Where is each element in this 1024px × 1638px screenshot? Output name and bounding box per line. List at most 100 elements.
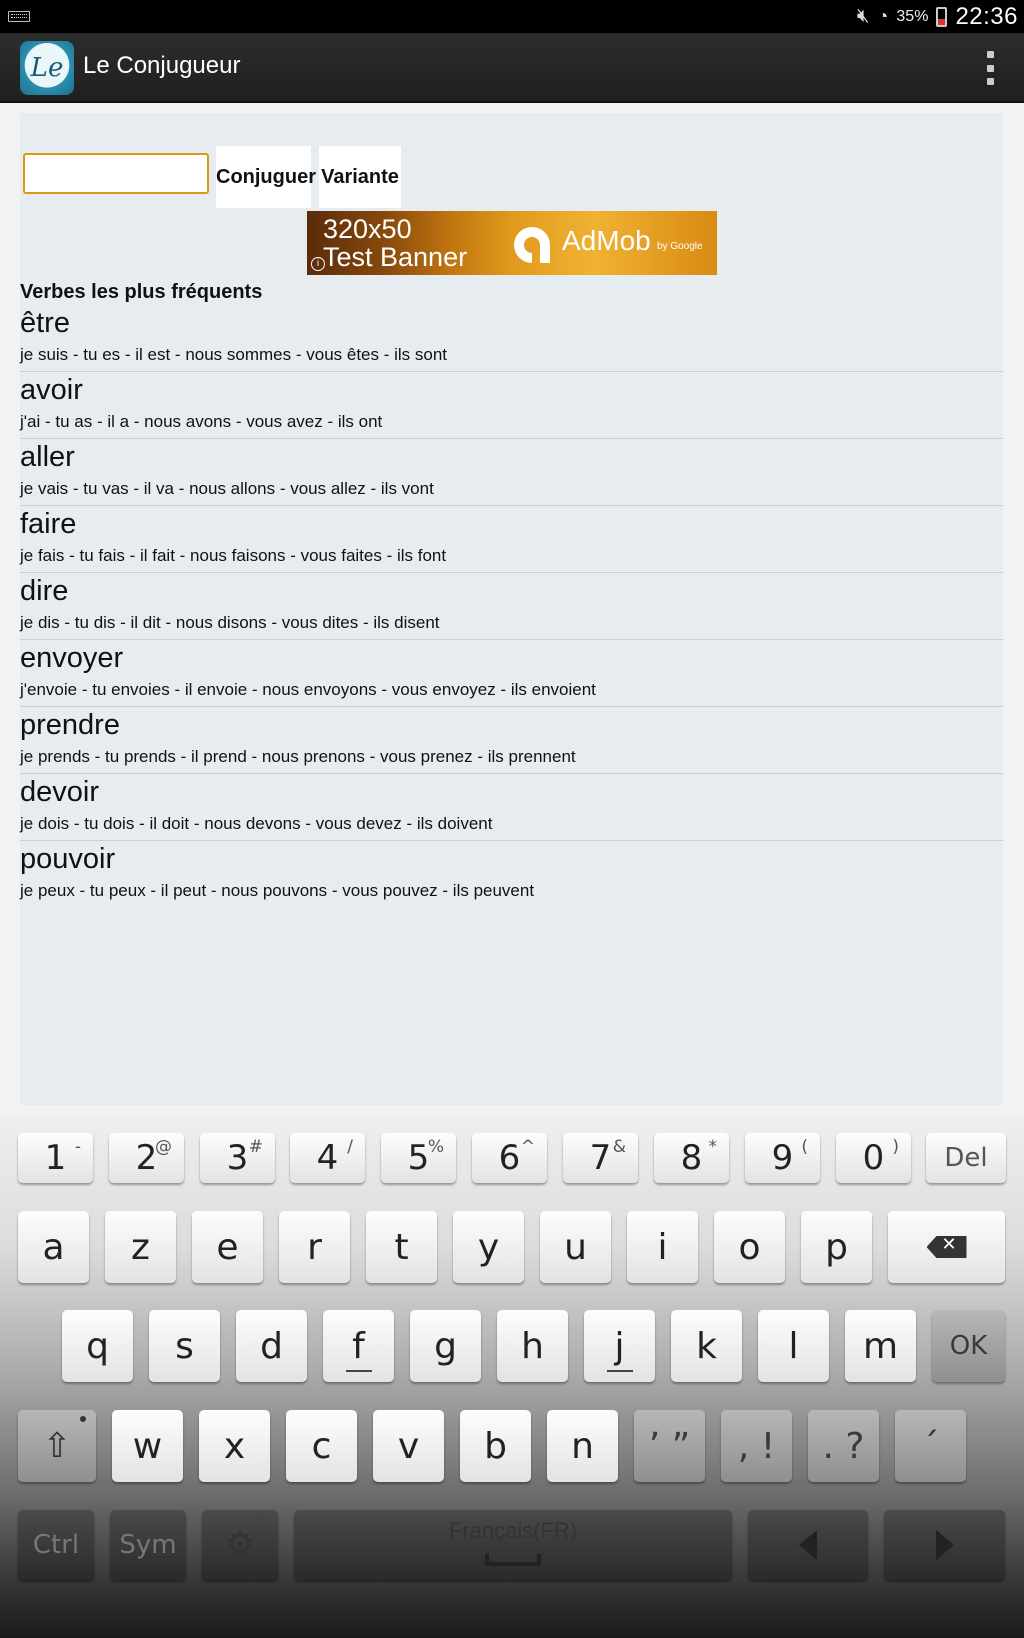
- key-p[interactable]: p: [801, 1211, 872, 1283]
- app-logo-icon[interactable]: Le: [20, 41, 74, 95]
- key-a[interactable]: a: [18, 1211, 89, 1283]
- key-2[interactable]: 2 @: [109, 1133, 184, 1183]
- ad-info-icon[interactable]: i: [311, 257, 325, 271]
- main-content: Conjuguer Variante 320x50 Test Banner i …: [0, 103, 1024, 1115]
- key-main: 4: [316, 1138, 339, 1178]
- verb-forms: je prends - tu prends - il prend - nous …: [20, 747, 576, 766]
- key-m[interactable]: m: [845, 1310, 916, 1382]
- key-h[interactable]: h: [497, 1310, 568, 1382]
- verb-item[interactable]: envoyer j'envoie - tu envoies - il envoi…: [20, 640, 1003, 707]
- key-main: 1: [44, 1138, 67, 1178]
- battery-icon: [936, 6, 948, 27]
- del-key[interactable]: Del: [926, 1133, 1006, 1183]
- key-1[interactable]: 1-: [18, 1133, 93, 1183]
- key-v[interactable]: v: [373, 1410, 444, 1482]
- verb-name: devoir: [20, 776, 99, 808]
- key-y[interactable]: y: [453, 1211, 524, 1283]
- verb-forms: je peux - tu peux - il peut - nous pouvo…: [20, 881, 535, 900]
- verb-item[interactable]: prendre je prends - tu prends - il prend…: [20, 707, 1003, 774]
- key-l[interactable]: l: [758, 1310, 829, 1382]
- gear-icon: ⚙: [224, 1525, 256, 1565]
- shift-key[interactable]: ⇧: [18, 1410, 96, 1482]
- ad-text: 320x50 Test Banner: [323, 215, 467, 271]
- key-main: 0: [862, 1138, 885, 1178]
- verb-item[interactable]: pouvoir je peux - tu peux - il peut - no…: [20, 841, 1003, 908]
- space-key[interactable]: Français(FR): [294, 1510, 732, 1580]
- backspace-key[interactable]: ✕: [888, 1211, 1005, 1283]
- key-4[interactable]: 4/: [290, 1133, 365, 1183]
- key-f[interactable]: f: [323, 1310, 394, 1382]
- verb-forms: je fais - tu fais - il fait - nous faiso…: [20, 546, 447, 565]
- key-7[interactable]: 7 &: [563, 1133, 638, 1183]
- key-3[interactable]: 3 #: [200, 1133, 275, 1183]
- verb-item[interactable]: être je suis - tu es - il est - nous som…: [20, 305, 1003, 372]
- key-9[interactable]: 9(: [745, 1133, 820, 1183]
- conjugate-button[interactable]: Conjuguer: [216, 146, 316, 208]
- ctrl-key[interactable]: Ctrl: [18, 1510, 94, 1580]
- verb-item[interactable]: devoir je dois - tu dois - il doit - nou…: [20, 774, 1003, 841]
- verb-name: aller: [20, 441, 75, 473]
- key-main: 7: [589, 1138, 612, 1178]
- key-x[interactable]: x: [199, 1410, 270, 1482]
- key-accent[interactable]: ´: [895, 1410, 966, 1482]
- key-u[interactable]: u: [540, 1211, 611, 1283]
- verb-name: prendre: [20, 709, 120, 741]
- overflow-menu-icon[interactable]: [986, 51, 994, 85]
- variant-button[interactable]: Variante: [319, 146, 401, 208]
- key-0[interactable]: 0): [836, 1133, 911, 1183]
- key-n[interactable]: n: [547, 1410, 618, 1482]
- cursor-right-key[interactable]: [884, 1510, 1005, 1580]
- key-e[interactable]: e: [192, 1211, 263, 1283]
- key-quote[interactable]: ’ ”: [634, 1410, 705, 1482]
- clock: 22:36: [955, 2, 1018, 30]
- key-d[interactable]: d: [236, 1310, 307, 1382]
- verb-forms: j'ai - tu as - il a - nous avons - vous …: [20, 412, 383, 431]
- key-main: 6: [498, 1138, 521, 1178]
- key-t[interactable]: t: [366, 1211, 437, 1283]
- ad-banner-label: Test Banner: [323, 242, 468, 272]
- language-label: Français(FR): [448, 1518, 578, 1543]
- key-q[interactable]: q: [62, 1310, 133, 1382]
- verb-name: être: [20, 307, 70, 339]
- key-k[interactable]: k: [671, 1310, 742, 1382]
- key-5[interactable]: 5%: [381, 1133, 456, 1183]
- key-main: j: [614, 1325, 625, 1367]
- key-period[interactable]: . ?: [808, 1410, 879, 1482]
- verb-forms: je vais - tu vas - il va - nous allons -…: [20, 479, 434, 498]
- key-b[interactable]: b: [460, 1410, 531, 1482]
- verb-item[interactable]: avoir j'ai - tu as - il a - nous avons -…: [20, 372, 1003, 439]
- key-j[interactable]: j: [584, 1310, 655, 1382]
- settings-key[interactable]: ⚙ 🎤︎: [202, 1510, 278, 1580]
- key-z[interactable]: z: [105, 1211, 176, 1283]
- space-icon: [485, 1554, 541, 1566]
- key-w[interactable]: w: [112, 1410, 183, 1482]
- app-bar: Le Le Conjugueur: [0, 33, 1024, 103]
- ad-by: by Google: [657, 241, 703, 252]
- app-title: Le Conjugueur: [83, 52, 241, 79]
- key-o[interactable]: o: [714, 1211, 785, 1283]
- key-g[interactable]: g: [410, 1310, 481, 1382]
- key-i[interactable]: i: [627, 1211, 698, 1283]
- key-r[interactable]: r: [279, 1211, 350, 1283]
- key-6[interactable]: 6 ^: [472, 1133, 547, 1183]
- arrow-right-icon: [935, 1530, 954, 1560]
- verb-item[interactable]: dire je dis - tu dis - il dit - nous dis…: [20, 573, 1003, 640]
- verb-name: avoir: [20, 374, 83, 406]
- verb-forms: je suis - tu es - il est - nous sommes -…: [20, 345, 448, 364]
- verb-item[interactable]: faire je fais - tu fais - il fait - nous…: [20, 506, 1003, 573]
- verb-item[interactable]: aller je vais - tu vas - il va - nous al…: [20, 439, 1003, 506]
- cursor-left-key[interactable]: [748, 1510, 868, 1580]
- key-8[interactable]: 8 *: [654, 1133, 729, 1183]
- ok-key[interactable]: OK: [932, 1310, 1005, 1382]
- key-main: 9: [771, 1138, 794, 1178]
- key-main: f: [352, 1325, 365, 1367]
- key-c[interactable]: c: [286, 1410, 357, 1482]
- sym-key[interactable]: Sym: [110, 1510, 186, 1580]
- ad-size-label: 320x50: [323, 214, 412, 244]
- ad-banner[interactable]: 320x50 Test Banner i AdMob by Google: [307, 211, 717, 275]
- verb-input[interactable]: [23, 153, 209, 194]
- key-comma[interactable]: , !: [721, 1410, 792, 1482]
- verb-name: dire: [20, 575, 69, 607]
- key-s[interactable]: s: [149, 1310, 220, 1382]
- wifi-icon: ◔: [877, 6, 889, 26]
